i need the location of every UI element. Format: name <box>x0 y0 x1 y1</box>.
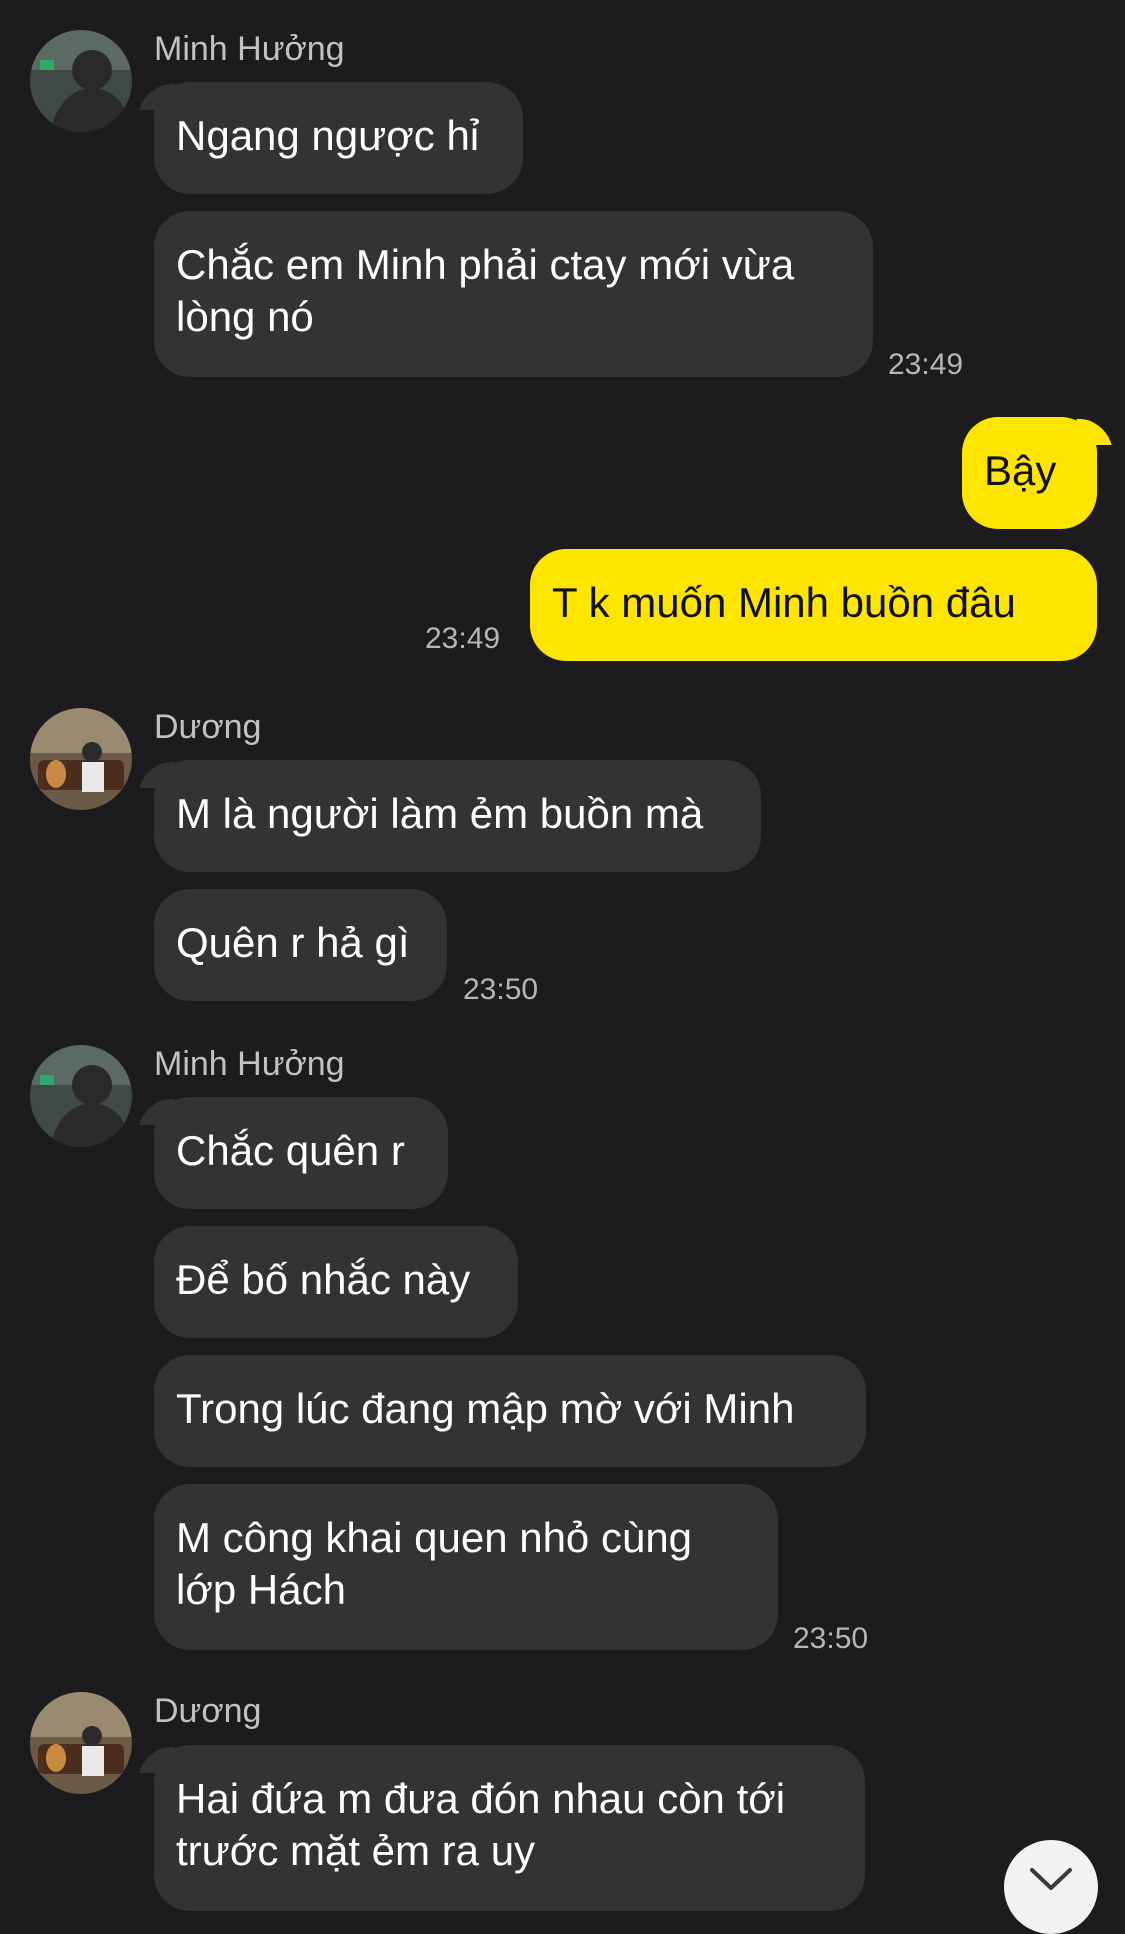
scroll-to-bottom-button[interactable] <box>1004 1840 1098 1934</box>
message-bubble[interactable]: Ngang ngược hỉ <box>154 82 523 194</box>
avatar-image <box>30 1045 132 1147</box>
message-timestamp: 23:49 <box>888 348 964 381</box>
avatar-minh-huong[interactable] <box>30 1045 132 1147</box>
avatar-minh-huong[interactable] <box>30 30 132 132</box>
message-bubble[interactable]: Quên r hả gì <box>154 889 447 1001</box>
chevron-down-icon <box>1030 1868 1072 1890</box>
message-timestamp: 23:49 <box>425 622 501 655</box>
message-timestamp: 23:50 <box>793 1622 869 1655</box>
sender-name: Minh Hưởng <box>154 30 345 68</box>
sender-name: Dương <box>154 708 262 746</box>
message-bubble[interactable]: Chắc em Minh phải ctay mới vừa lòng nó <box>154 211 873 377</box>
avatar-duong[interactable] <box>30 708 132 810</box>
message-bubble[interactable]: Để bố nhắc này <box>154 1226 518 1338</box>
message-timestamp: 23:50 <box>463 973 539 1006</box>
avatar-duong[interactable] <box>30 1692 132 1794</box>
message-bubble[interactable]: M công khai quen nhỏ cùng lớp Hách <box>154 1484 778 1650</box>
avatar-image <box>30 708 132 810</box>
message-bubble-outgoing[interactable]: T k muốn Minh buồn đâu <box>530 549 1097 661</box>
avatar-image <box>30 1692 132 1794</box>
message-bubble[interactable]: Chắc quên r <box>154 1097 448 1209</box>
sender-name: Dương <box>154 1692 262 1730</box>
message-bubble[interactable]: Trong lúc đang mập mờ với Minh <box>154 1355 866 1467</box>
message-bubble-outgoing[interactable]: Bậy <box>962 417 1097 529</box>
avatar-image <box>30 30 132 132</box>
sender-name: Minh Hưởng <box>154 1045 345 1083</box>
message-bubble[interactable]: M là người làm ẻm buồn mà <box>154 760 761 872</box>
message-bubble[interactable]: Hai đứa m đưa đón nhau còn tới trước mặt… <box>154 1745 865 1911</box>
